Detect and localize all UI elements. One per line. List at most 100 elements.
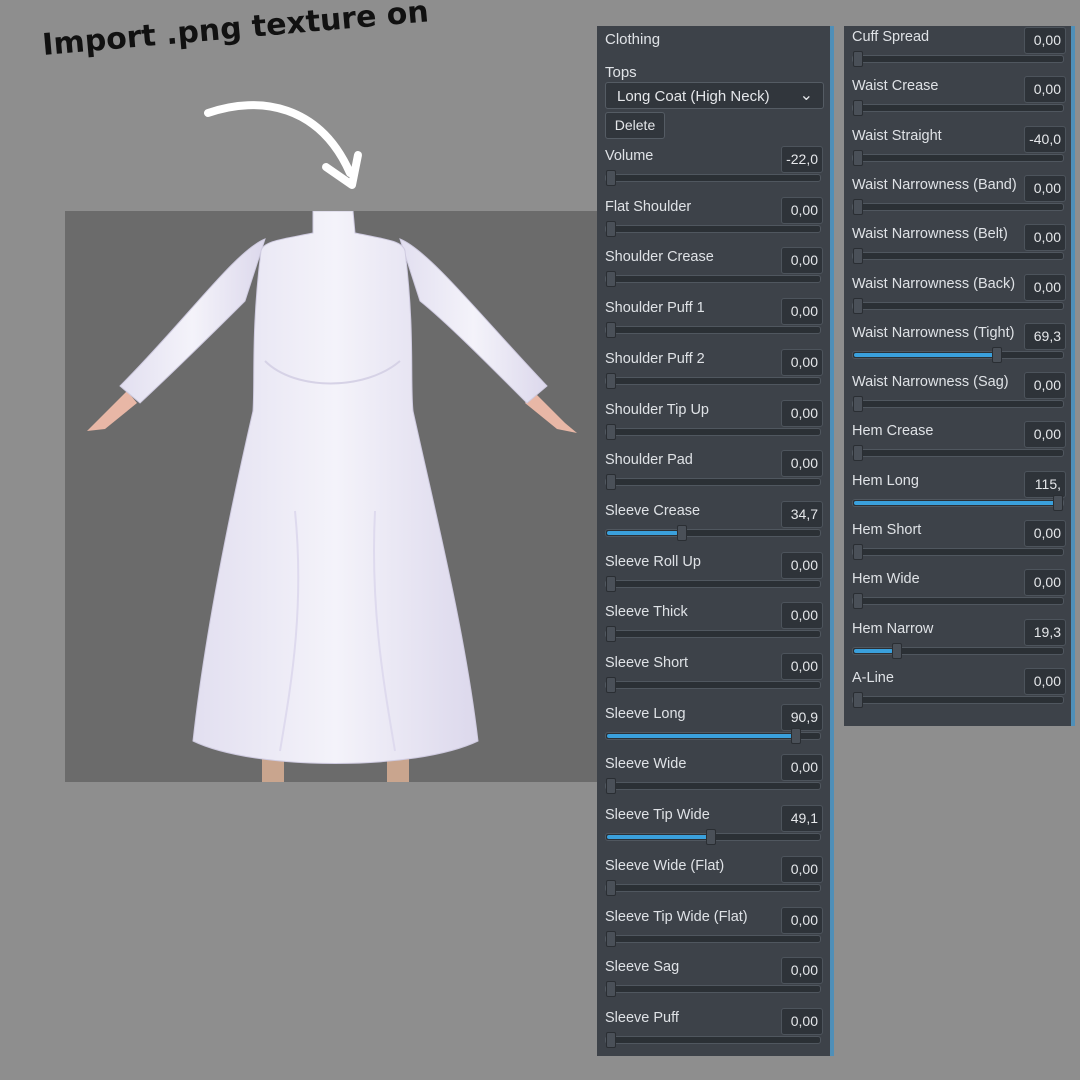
slider-value-field[interactable]: 0,00 [781, 906, 823, 934]
slider-track[interactable] [605, 727, 821, 744]
slider-value-field[interactable]: 0,00 [781, 754, 823, 782]
slider-thumb[interactable] [1053, 494, 1063, 511]
slider-thumb[interactable] [606, 778, 616, 795]
slider-value-field[interactable]: 115, [1024, 470, 1066, 498]
slider-value-field[interactable]: 0,00 [1024, 27, 1066, 54]
slider-value-field[interactable]: 69,3 [1024, 322, 1066, 350]
slider-track[interactable] [605, 474, 821, 491]
slider-thumb[interactable] [853, 396, 863, 413]
slider-track[interactable] [852, 445, 1064, 462]
slider-track[interactable] [605, 220, 821, 237]
slider-track[interactable] [852, 248, 1064, 265]
slider-value-field[interactable]: 0,00 [781, 450, 823, 478]
slider-thumb[interactable] [991, 346, 1002, 363]
slider-row: Sleeve Puff 0,00 [597, 1007, 830, 1058]
slider-thumb[interactable] [706, 829, 717, 846]
slider-thumb[interactable] [606, 981, 616, 998]
slider-value-field[interactable]: -22,0 [781, 146, 823, 173]
slider-value-field[interactable]: 0,00 [781, 399, 823, 427]
slider-value-field[interactable]: 0,00 [1024, 224, 1066, 252]
slider-track[interactable] [605, 981, 821, 998]
slider-thumb[interactable] [853, 51, 863, 67]
slider-track[interactable] [605, 372, 821, 389]
slider-value-field[interactable]: 0,00 [1024, 76, 1066, 104]
slider-value-field[interactable]: 49,1 [781, 805, 823, 833]
slider-value-field[interactable]: 0,00 [1024, 667, 1066, 695]
slider-thumb[interactable] [606, 372, 616, 389]
tops-dropdown[interactable]: Long Coat (High Neck) ⌄ [605, 82, 824, 109]
slider-value-field[interactable]: 0,00 [781, 602, 823, 630]
slider-value-field[interactable]: 0,00 [1024, 520, 1066, 547]
slider-value-field[interactable]: 0,00 [1024, 372, 1066, 400]
slider-thumb[interactable] [606, 474, 616, 491]
slider-track[interactable] [605, 1031, 821, 1048]
slider-value-field[interactable]: 0,00 [781, 957, 823, 985]
slider-track[interactable] [605, 271, 821, 288]
slider-thumb[interactable] [853, 198, 863, 215]
slider-thumb[interactable] [606, 1031, 616, 1048]
slider-track[interactable] [852, 544, 1064, 560]
3d-viewport[interactable] [65, 211, 597, 782]
slider-track[interactable] [852, 100, 1064, 117]
slider-thumb[interactable] [853, 691, 863, 708]
slider-track[interactable] [852, 691, 1064, 708]
slider-track[interactable] [605, 322, 821, 339]
slider-value-field[interactable]: 0,00 [1024, 273, 1066, 301]
slider-track[interactable] [605, 829, 821, 846]
slider-track[interactable] [605, 930, 821, 947]
slider-track[interactable] [852, 149, 1064, 166]
slider-thumb[interactable] [676, 524, 687, 541]
slider-thumb[interactable] [606, 626, 616, 643]
slider-track[interactable] [852, 396, 1064, 413]
slider-value-field[interactable]: 0,00 [781, 653, 823, 680]
slider-value-field[interactable]: 0,00 [1024, 174, 1066, 202]
slider-value-field[interactable]: 0,00 [1024, 569, 1066, 597]
slider-value-field[interactable]: 0,00 [781, 298, 823, 326]
slider-thumb[interactable] [791, 727, 802, 744]
slider-thumb[interactable] [606, 879, 616, 896]
slider-track[interactable] [852, 346, 1064, 363]
slider-thumb[interactable] [891, 642, 902, 659]
slider-track[interactable] [605, 626, 821, 643]
slider-value-field[interactable]: 90,9 [781, 703, 823, 731]
slider-thumb[interactable] [853, 544, 863, 560]
slider-track[interactable] [852, 494, 1064, 511]
slider-thumb[interactable] [606, 220, 616, 237]
slider-track[interactable] [605, 423, 821, 440]
slider-track[interactable] [605, 170, 821, 186]
slider-value-field[interactable]: 0,00 [781, 247, 823, 275]
slider-track[interactable] [605, 778, 821, 795]
slider-track[interactable] [852, 198, 1064, 215]
slider-thumb[interactable] [606, 930, 616, 947]
slider-thumb[interactable] [853, 149, 863, 166]
slider-thumb[interactable] [606, 423, 616, 440]
slider-thumb[interactable] [853, 297, 863, 314]
slider-value-field[interactable]: 0,00 [781, 1007, 823, 1035]
slider-track[interactable] [852, 593, 1064, 610]
slider-thumb[interactable] [853, 248, 863, 265]
slider-value-field[interactable]: 0,00 [781, 348, 823, 376]
slider-track[interactable] [605, 879, 821, 896]
slider-track[interactable] [852, 51, 1064, 67]
slider-value-field[interactable]: 0,00 [781, 551, 823, 579]
slider-track[interactable] [605, 524, 821, 541]
slider-track[interactable] [605, 677, 821, 693]
slider-thumb[interactable] [606, 322, 616, 339]
slider-value-field[interactable]: 34,7 [781, 500, 823, 528]
slider-track[interactable] [852, 642, 1064, 659]
slider-thumb[interactable] [853, 593, 863, 610]
slider-value-field[interactable]: 0,00 [781, 855, 823, 883]
slider-value-field[interactable]: -40,0 [1024, 125, 1066, 153]
delete-button[interactable]: Delete [605, 112, 665, 139]
slider-value-field[interactable]: 0,00 [1024, 421, 1066, 449]
slider-track[interactable] [605, 575, 821, 592]
slider-thumb[interactable] [853, 445, 863, 462]
slider-track[interactable] [852, 297, 1064, 314]
slider-value-field[interactable]: 0,00 [781, 196, 823, 224]
slider-thumb[interactable] [606, 677, 616, 693]
slider-value-field[interactable]: 19,3 [1024, 618, 1066, 646]
slider-thumb[interactable] [606, 271, 616, 288]
slider-thumb[interactable] [606, 575, 616, 592]
slider-thumb[interactable] [606, 170, 616, 186]
slider-thumb[interactable] [853, 100, 863, 117]
